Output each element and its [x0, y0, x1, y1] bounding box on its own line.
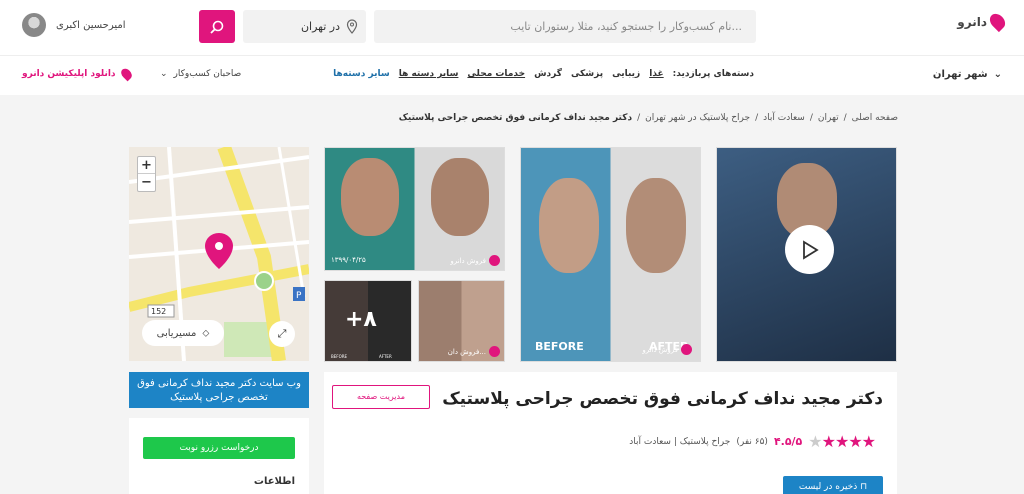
business-card: دکتر مجید نداف کرمانی فوق تخصص جراحی پلا…: [324, 372, 897, 494]
breadcrumb-current: دکتر مجید نداف کرمانی فوق تخصص جراحی پلا…: [398, 113, 633, 123]
photo-before-after-1[interactable]: ۱۳۹۹/۰۴/۲۵ فروش دانرو: [324, 147, 505, 271]
after-label: AFTER: [379, 354, 392, 359]
location-map[interactable]: 152 P + − مسیریابی ⬦ ⤢: [129, 147, 309, 361]
top-bar: دانرو نام کسب‌وکار را جستجو کنید، مثلا ر…: [0, 0, 1024, 55]
location-icon: [346, 19, 358, 34]
play-button[interactable]: [785, 225, 834, 274]
category-services[interactable]: خدمات محلی: [467, 69, 525, 79]
face-right: [431, 158, 489, 236]
download-label: دانلود اپلیکیشن دانرو: [22, 69, 116, 79]
other-categories-link[interactable]: سایر دسته‌ها: [333, 69, 390, 79]
download-app-link[interactable]: دانلود اپلیکیشن دانرو: [22, 66, 134, 82]
photo-more[interactable]: +۸ BEFORE AFTER: [324, 280, 412, 362]
credit-text: فروش دان...: [447, 347, 486, 356]
zoom-in-button[interactable]: +: [138, 157, 155, 174]
category-food[interactable]: غذا: [649, 69, 663, 79]
info-heading: اطلاعات: [253, 476, 295, 487]
direction-icon: ⬦: [202, 327, 210, 339]
business-owners-menu[interactable]: ⌄ صاحبان کسب‌وکار: [160, 69, 241, 79]
credit-icon: [681, 344, 692, 355]
category-misc[interactable]: سایر دسته ها: [399, 69, 459, 79]
reserve-button[interactable]: درخواست رزرو نوبت: [143, 437, 295, 459]
breadcrumb-separator: /: [843, 113, 847, 123]
nav-bar: شهر تهران ⌄ دسته‌های پربازدید: غذا زیبای…: [0, 55, 1024, 95]
date-stamp: ۱۳۹۹/۰۴/۲۵: [331, 256, 366, 264]
route-label: مسیریابی: [156, 327, 197, 339]
more-photos-count: +۸: [345, 307, 377, 332]
credit-text: فروش دانرو: [450, 256, 486, 265]
breadcrumb-separator: /: [809, 113, 813, 123]
expand-icon: ⤢: [277, 327, 287, 340]
business-title: دکتر مجید نداف کرمانی فوق تخصص جراحی پلا…: [442, 389, 883, 409]
logo-pin-icon: [986, 10, 1009, 33]
photo-credit: فروش دان...: [448, 346, 500, 357]
credit-icon: [489, 255, 500, 266]
route-button[interactable]: مسیریابی ⬦: [142, 320, 224, 346]
breadcrumb-tehran[interactable]: تهران: [818, 113, 839, 123]
logo[interactable]: دانرو: [957, 10, 1009, 33]
face-left: [341, 158, 399, 236]
nav-city-label: شهر تهران: [932, 69, 988, 80]
expand-map-button[interactable]: ⤢: [269, 321, 295, 347]
category-medical[interactable]: پزشکی: [571, 69, 603, 79]
manage-page-button[interactable]: مدیریت صفحه: [332, 385, 430, 409]
category-tour[interactable]: گردش: [534, 69, 562, 79]
credit-text: فروش دانرو: [642, 345, 678, 354]
breadcrumb: صفحه اصلی / تهران / سعادت آباد / جراح پلاست…: [399, 113, 898, 123]
video-thumbnail[interactable]: [716, 147, 897, 362]
parking-icon: P: [296, 291, 302, 301]
user-menu[interactable]: امیرحسین اکبری: [22, 13, 125, 37]
nav-city-selector[interactable]: شهر تهران ⌄: [933, 69, 1002, 80]
play-icon: [802, 239, 819, 260]
photo-nose-before-after[interactable]: فروش دان...: [418, 280, 505, 362]
breadcrumb-separator: /: [755, 113, 759, 123]
before-label: BEFORE: [535, 340, 584, 353]
popular-categories: دسته‌های پربازدید: غذا زیبایی پزشکی گردش…: [333, 69, 754, 79]
logo-text: دانرو: [957, 14, 987, 29]
bookmark-icon: ⊓: [860, 482, 868, 492]
website-button[interactable]: وب سایت دکتر مجید نداف کرمانی فوق تخصص ج…: [129, 372, 309, 408]
categories-label: دسته‌های پربازدید:: [672, 69, 754, 79]
face-right: [626, 178, 686, 273]
photo-credit: فروش دانرو: [450, 255, 500, 266]
zoom-controls: + −: [137, 156, 156, 192]
search-button[interactable]: [199, 10, 235, 43]
map-marker-icon: [205, 233, 233, 269]
category-beauty[interactable]: زیبایی: [612, 69, 640, 79]
search-input[interactable]: نام کسب‌وکار را جستجو کنید، مثلا رستوران…: [374, 10, 756, 43]
business-category: جراح پلاستیک | سعادت آباد: [629, 436, 731, 447]
search-icon: [210, 20, 224, 34]
owners-label: صاحبان کسب‌وکار: [173, 69, 242, 79]
app-pin-icon: [118, 66, 134, 82]
sidebar-card: درخواست رزرو نوبت اطلاعات: [129, 418, 309, 494]
save-to-list-button[interactable]: ذخیره در لیست ⊓: [783, 476, 883, 494]
city-label: در تهران: [300, 20, 340, 33]
photo-credit: فروش دانرو: [642, 344, 692, 355]
rating-count: (۶۵ نفر): [736, 436, 768, 447]
photo-before-after-2[interactable]: BEFORE AFTER فروش دانرو: [520, 147, 701, 362]
road-number: 152: [151, 307, 166, 316]
avatar: [22, 13, 46, 37]
breadcrumb-category[interactable]: جراح پلاستیک در شهر تهران: [645, 113, 750, 123]
rating-row: ★★★★★ ۴.۵/۵ (۶۵ نفر) جراح پلاستیک | سعاد…: [629, 432, 876, 451]
breadcrumb-saadat[interactable]: سعادت آباد: [763, 113, 805, 123]
before-label: BEFORE: [331, 354, 348, 359]
breadcrumb-separator: /: [637, 113, 641, 123]
city-selector[interactable]: در تهران: [243, 10, 366, 43]
save-label: ذخیره در لیست: [798, 482, 858, 492]
rating-stars-icon: ★★★★★: [808, 432, 876, 451]
chevron-down-icon: ⌄: [160, 69, 168, 79]
user-name: امیرحسین اکبری: [56, 19, 126, 31]
face-left: [539, 178, 599, 273]
credit-icon: [489, 346, 500, 357]
zoom-out-button[interactable]: −: [138, 174, 155, 191]
rating-score: ۴.۵/۵: [773, 435, 803, 448]
breadcrumb-home[interactable]: صفحه اصلی: [852, 113, 898, 123]
chevron-down-icon: ⌄: [993, 69, 1002, 80]
